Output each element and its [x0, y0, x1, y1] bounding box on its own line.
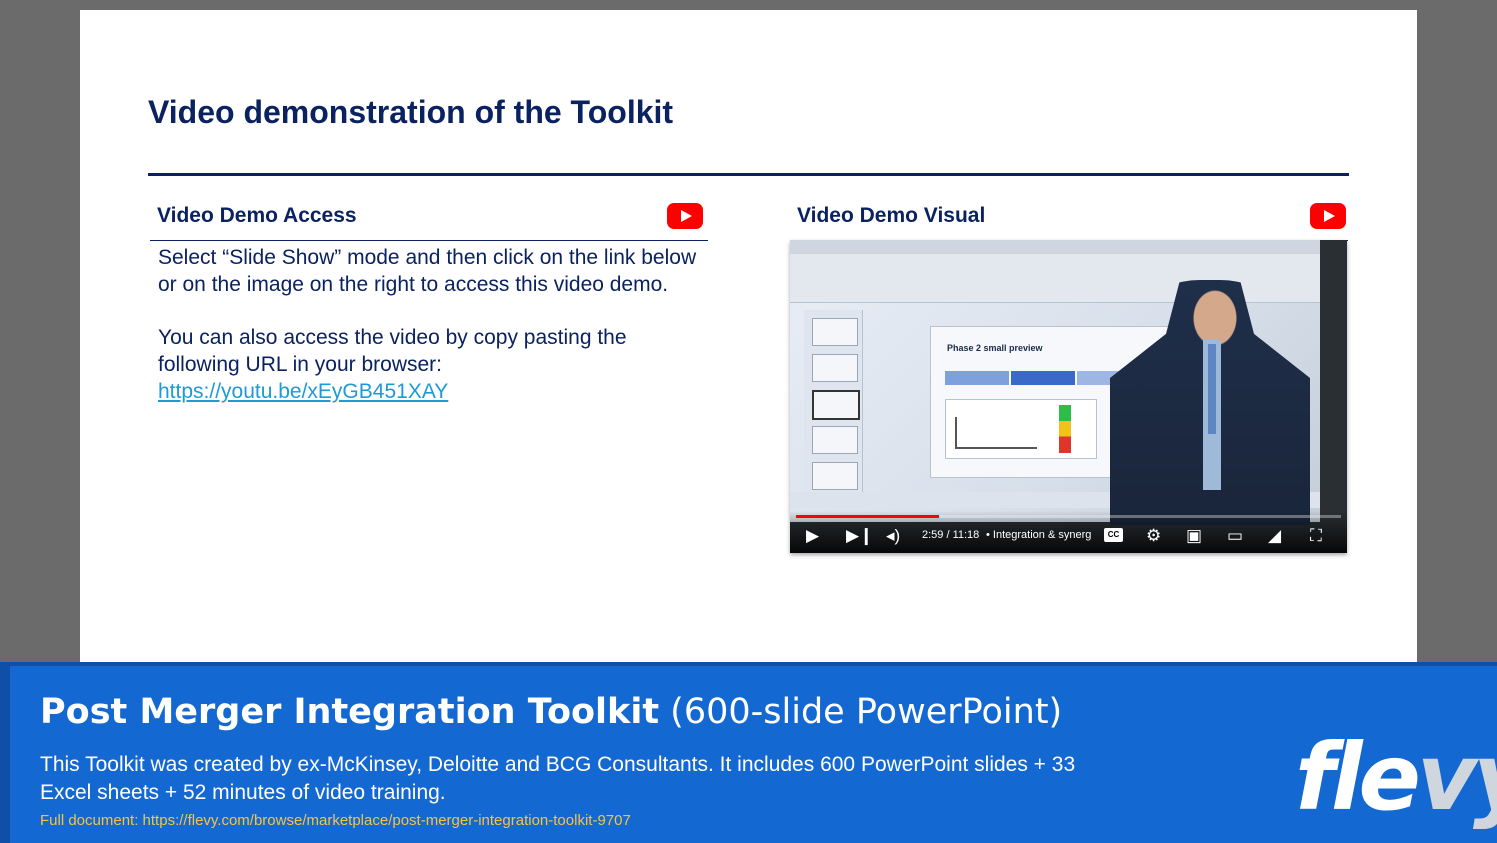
- slide-thumbnails: [804, 310, 863, 500]
- video-demo-access-heading: Video Demo Access: [157, 204, 357, 227]
- instructions-paragraph: Select “Slide Show” mode and then click …: [158, 246, 697, 296]
- url-paragraph: You can also access the video by copy pa…: [158, 326, 627, 376]
- slide-title: Video demonstration of the Toolkit: [148, 94, 674, 130]
- video-thumbnail[interactable]: Phase 2 small preview ▶ ▶❙ ◂) 2:59 / 11:…: [790, 240, 1347, 553]
- canvas-title: Phase 2 small preview: [947, 343, 1043, 353]
- video-url-link[interactable]: https://youtu.be/xEyGB451XAY: [158, 380, 448, 403]
- progress-bar[interactable]: [796, 515, 1341, 518]
- fullscreen-icon[interactable]: ⛶: [1310, 527, 1322, 545]
- full-document-link[interactable]: Full document: https://flevy.com/browse/…: [40, 812, 631, 829]
- video-demo-visual-heading: Video Demo Visual: [797, 204, 986, 227]
- cast-icon[interactable]: ◢: [1268, 527, 1281, 545]
- footer-banner: Post Merger Integration Toolkit (600-sli…: [0, 662, 1497, 843]
- volume-icon[interactable]: ◂): [886, 527, 900, 545]
- video-demo-access-header: Video Demo Access: [150, 202, 708, 241]
- progress-fill: [796, 515, 940, 518]
- product-title-bold: Post Merger Integration Toolkit: [40, 692, 660, 732]
- youtube-icon[interactable]: [1310, 203, 1346, 229]
- product-title: Post Merger Integration Toolkit (600-sli…: [40, 692, 1062, 732]
- youtube-icon[interactable]: [667, 203, 703, 229]
- video-demo-visual-header: Video Demo Visual: [790, 202, 1348, 241]
- product-title-rest: (600-slide PowerPoint): [659, 692, 1063, 732]
- video-demo-access-text: Select “Slide Show” mode and then click …: [158, 244, 708, 405]
- chapter-title[interactable]: • Integration & synerg: [986, 529, 1096, 541]
- captions-icon[interactable]: CC: [1104, 528, 1123, 542]
- theater-mode-icon[interactable]: ▭: [1227, 527, 1243, 545]
- flevy-logo: flevy: [1295, 724, 1497, 831]
- title-divider: [148, 173, 1349, 176]
- player-controls: ▶ ▶❙ ◂) 2:59 / 11:18 • Integration & syn…: [790, 511, 1347, 553]
- settings-icon[interactable]: ⚙: [1146, 527, 1161, 545]
- product-description: This Toolkit was created by ex-McKinsey,…: [40, 753, 1076, 804]
- miniplayer-icon[interactable]: ▣: [1186, 527, 1202, 545]
- next-icon[interactable]: ▶❙: [846, 527, 873, 545]
- time-display: 2:59 / 11:18: [922, 529, 980, 541]
- slide: Video demonstration of the Toolkit Video…: [80, 10, 1417, 665]
- play-icon[interactable]: ▶: [806, 527, 819, 545]
